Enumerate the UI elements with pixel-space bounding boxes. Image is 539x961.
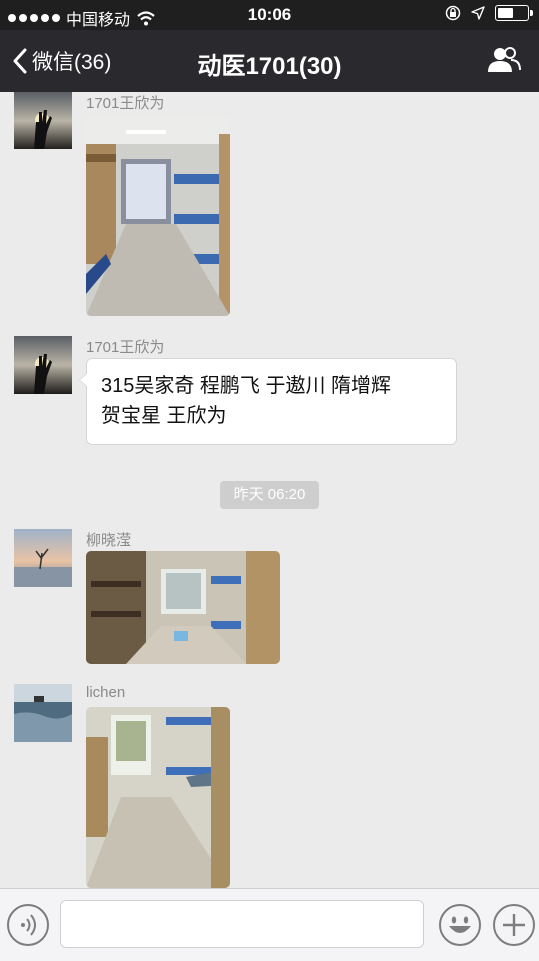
voice-icon [21, 914, 36, 936]
emoji-icon [449, 916, 471, 933]
orientation-lock-icon [445, 5, 461, 21]
dorm-room-photo [86, 707, 230, 888]
image-message[interactable] [86, 114, 230, 316]
avatar[interactable] [14, 336, 72, 394]
avatar[interactable] [14, 684, 72, 742]
chat-title: 动医1701(30) [197, 53, 342, 80]
avatar-sea-ship-image [14, 684, 72, 742]
message-input[interactable] [60, 900, 424, 948]
navigation-bar: 微信(36) 动医1701(30) [0, 30, 539, 92]
image-message[interactable] [86, 551, 280, 664]
timestamp-divider: 昨天 06:20 [220, 481, 319, 509]
avatar-sunset-hand-image [14, 92, 72, 149]
message-text-line: 贺宝星 王欣为 [101, 405, 227, 427]
message-text-line: 315吴家奇 程鹏飞 于遨川 隋增辉 [101, 375, 392, 397]
avatar[interactable] [14, 92, 72, 149]
avatar[interactable] [14, 529, 72, 587]
voice-button[interactable] [7, 904, 49, 946]
dorm-room-photo [86, 551, 280, 664]
sender-name: 1701王欣为 [86, 95, 165, 112]
sender-name: 柳晓滢 [86, 532, 132, 549]
text-message-bubble[interactable]: 315吴家奇 程鹏飞 于遨川 隋增辉 贺宝星 王欣为 [79, 358, 457, 445]
sender-name: 1701王欣为 [86, 339, 165, 356]
input-bar [0, 888, 539, 961]
avatar-sunset-hand-image [14, 336, 72, 394]
chat-message-list[interactable]: 1701王欣为 1701王欣为 315吴家奇 程鹏飞 于遨川 隋增辉 贺宝星 王… [0, 92, 539, 888]
plus-icon [503, 914, 525, 936]
dorm-room-photo [86, 114, 230, 316]
avatar-lake-tree-image [14, 529, 72, 587]
location-arrow-icon [471, 6, 485, 20]
status-bar: 中国移动 10:06 [0, 0, 539, 30]
emoji-button[interactable] [439, 904, 481, 946]
group-members-icon[interactable] [487, 46, 521, 74]
more-button[interactable] [493, 904, 535, 946]
battery-icon [495, 5, 533, 21]
sender-name: lichen [86, 684, 126, 701]
image-message[interactable] [86, 707, 230, 888]
